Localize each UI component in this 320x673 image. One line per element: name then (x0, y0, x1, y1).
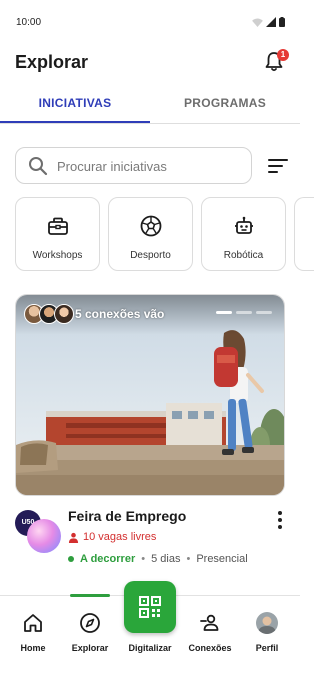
organization-avatar (27, 519, 61, 553)
nav-perfil[interactable]: Perfil (237, 596, 297, 666)
bottom-nav: Home Explorar Digitalizar Conexões Perfi… (0, 581, 300, 673)
notifications-button[interactable]: 1 (260, 48, 289, 76)
nav-label: Explorar (71, 643, 109, 653)
connections-count: 5 conexões vão (75, 307, 165, 321)
carousel-pager (216, 311, 272, 314)
filter-button[interactable] (266, 155, 290, 177)
filter-icon (268, 159, 288, 173)
connections-icon (200, 614, 219, 631)
page-title: Explorar (15, 52, 89, 72)
category-desporto[interactable]: Desporto (108, 197, 193, 271)
compass-icon (80, 613, 100, 633)
soccer-ball-icon (140, 215, 162, 237)
tab-bar: INICIATIVAS PROGRAMAS (0, 86, 300, 124)
toolbox-icon (48, 217, 68, 235)
search-icon (29, 157, 48, 176)
category-label: Workshops (32, 250, 83, 261)
event-meta: A decorrer • 5 dias • Presencial (68, 553, 248, 565)
tab-iniciativas[interactable]: INICIATIVAS (0, 86, 150, 123)
dot (278, 525, 282, 529)
nav-home[interactable]: Home (3, 596, 63, 666)
status-dot (68, 556, 74, 562)
category-robotica[interactable]: Robótica (201, 197, 286, 271)
avatar (54, 304, 74, 324)
robot-icon (235, 216, 253, 234)
status-bar: 10:00 (0, 0, 300, 40)
home-icon (24, 614, 42, 632)
event-duration: 5 dias (151, 553, 181, 565)
category-label: Robótica (223, 250, 264, 261)
active-indicator (70, 594, 110, 597)
nav-label: Home (20, 643, 46, 653)
dot (278, 511, 282, 515)
status-icons (252, 17, 285, 27)
nav-label: Conexões (188, 643, 232, 653)
qr-code-icon (139, 596, 161, 618)
avatar (256, 612, 278, 634)
nav-label: Perfil (255, 643, 279, 653)
app-header: Explorar 1 (0, 40, 300, 84)
profile-photo (256, 612, 278, 634)
search-placeholder: Procurar iniciativas (57, 159, 167, 174)
pager-dot-active (216, 311, 232, 314)
more-options-button[interactable] (276, 511, 284, 531)
featured-event-image[interactable]: 5 conexões vão (15, 294, 285, 496)
category-partial[interactable] (294, 197, 314, 271)
separator-dot: • (186, 553, 191, 565)
available-spots-text: 10 vagas livres (83, 531, 157, 543)
notification-badge: 1 (277, 49, 289, 61)
separator-dot: • (141, 553, 146, 565)
dot (278, 518, 282, 522)
connection-avatars (24, 304, 74, 324)
person-icon (68, 532, 79, 543)
category-workshops[interactable]: Workshops (15, 197, 100, 271)
event-mode: Presencial (196, 553, 248, 565)
scan-button[interactable] (124, 581, 176, 633)
pager-dot (236, 311, 252, 314)
status-time: 10:00 (16, 17, 42, 28)
nav-label: Digitalizar (128, 643, 172, 653)
event-status: A decorrer (80, 553, 136, 565)
available-spots: 10 vagas livres (68, 531, 156, 543)
event-info[interactable]: U50 Feira de Emprego 10 vagas livres A d… (15, 508, 290, 573)
wifi-icon (252, 17, 263, 27)
nav-explorar[interactable]: Explorar (60, 594, 120, 666)
nav-conexoes[interactable]: Conexões (180, 596, 240, 666)
battery-icon (279, 17, 285, 27)
event-title[interactable]: Feira de Emprego (68, 508, 186, 524)
search-input[interactable]: Procurar iniciativas (15, 147, 252, 184)
tab-programas[interactable]: PROGRAMAS (150, 86, 300, 123)
category-label: Desporto (130, 250, 171, 261)
signal-icon (266, 17, 276, 27)
pager-dot (256, 311, 272, 314)
